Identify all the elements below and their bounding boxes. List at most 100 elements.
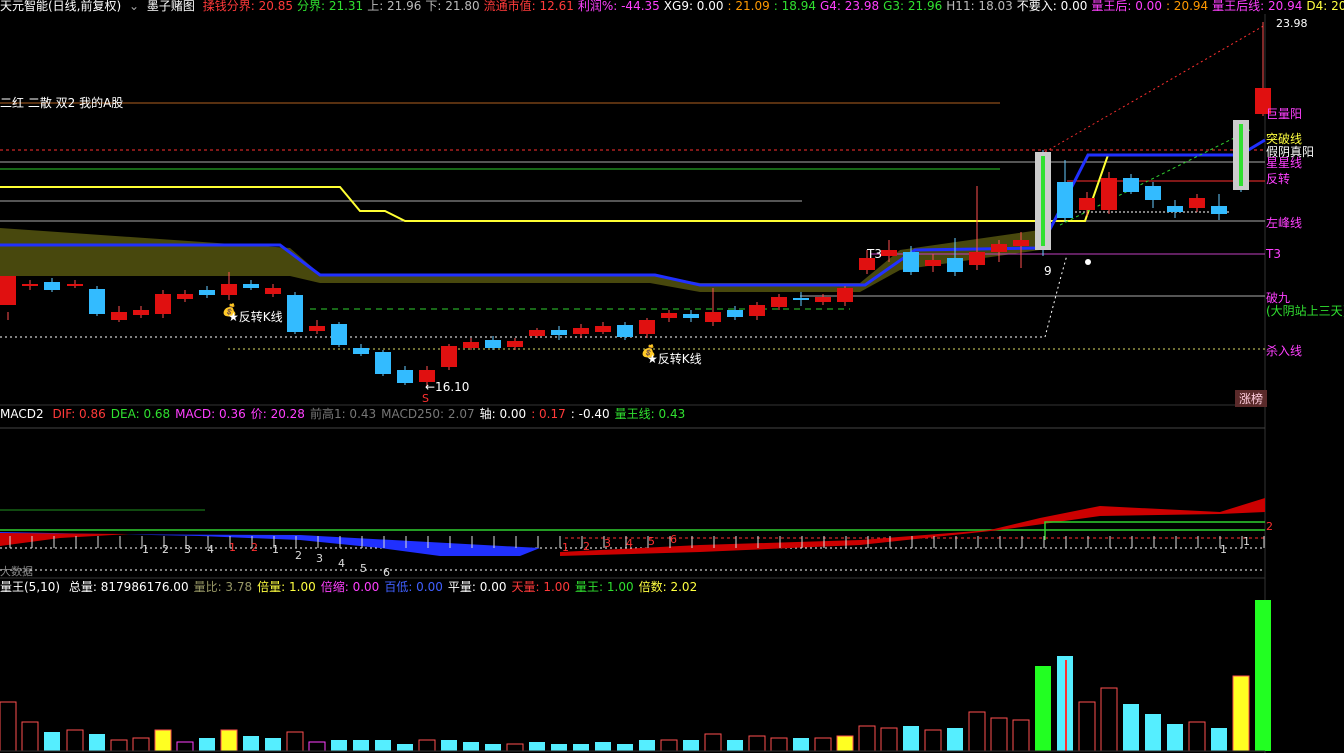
volume-bar[interactable] xyxy=(683,740,699,751)
candlestick[interactable] xyxy=(1145,182,1161,208)
volume-bar[interactable] xyxy=(397,744,413,751)
volume-bar[interactable] xyxy=(903,726,919,751)
volume-bar[interactable] xyxy=(1012,719,1030,752)
candlestick[interactable] xyxy=(287,292,303,334)
volume-bar[interactable] xyxy=(0,701,17,752)
volume-bar[interactable] xyxy=(704,733,722,752)
candlestick[interactable] xyxy=(727,306,743,320)
candlestick[interactable] xyxy=(199,286,215,298)
volume-bar[interactable] xyxy=(1123,704,1139,751)
volume-bar[interactable] xyxy=(858,725,876,752)
volume-bar[interactable] xyxy=(485,744,501,751)
candlestick[interactable] xyxy=(353,344,369,356)
volume-bar[interactable] xyxy=(89,734,105,751)
candlestick[interactable] xyxy=(1123,174,1139,194)
candlestick[interactable] xyxy=(507,338,523,350)
volume-bar[interactable] xyxy=(21,721,39,752)
candlestick[interactable] xyxy=(661,310,677,322)
volume-bar[interactable] xyxy=(220,729,238,752)
candlestick[interactable] xyxy=(463,338,479,350)
volume-bar[interactable] xyxy=(770,737,788,752)
volume-bar[interactable] xyxy=(748,735,766,752)
volume-bar[interactable] xyxy=(836,735,854,752)
candlestick[interactable] xyxy=(441,344,457,370)
candlestick[interactable] xyxy=(375,350,391,376)
volume-bar[interactable] xyxy=(639,740,655,751)
candlestick[interactable] xyxy=(243,280,259,290)
volume-bar[interactable] xyxy=(814,737,832,752)
volume-bar[interactable] xyxy=(793,738,809,751)
volume-bar[interactable] xyxy=(1145,714,1161,751)
limit-up-badge[interactable]: 涨榜 xyxy=(1235,390,1268,407)
candlestick[interactable] xyxy=(331,322,347,347)
volume-bar[interactable] xyxy=(353,740,369,751)
volume-bar[interactable] xyxy=(132,737,150,752)
candlestick[interactable] xyxy=(969,186,985,270)
volume-bar[interactable] xyxy=(1255,600,1271,751)
candlestick[interactable] xyxy=(177,290,193,302)
volume-panel-name[interactable]: 量王(5,10) xyxy=(0,580,60,594)
candlestick[interactable] xyxy=(265,284,281,297)
candlestick[interactable] xyxy=(1189,194,1205,212)
candlestick[interactable] xyxy=(89,286,105,316)
volume-bar[interactable] xyxy=(199,738,215,751)
volume-bar[interactable] xyxy=(506,743,524,752)
candlestick[interactable] xyxy=(309,320,325,334)
volume-bar[interactable] xyxy=(529,742,545,751)
candlestick[interactable] xyxy=(0,276,16,320)
candlestick[interactable] xyxy=(485,336,501,350)
kline-chart[interactable] xyxy=(0,0,1344,753)
volume-bar[interactable] xyxy=(880,727,898,752)
volume-bar[interactable] xyxy=(463,742,479,751)
volume-bar[interactable] xyxy=(1211,728,1227,751)
volume-bar[interactable] xyxy=(595,742,611,751)
candlestick[interactable] xyxy=(1255,22,1271,116)
candlestick[interactable] xyxy=(1101,172,1117,214)
volume-bar[interactable] xyxy=(947,728,963,751)
volume-bar[interactable] xyxy=(265,738,281,751)
volume-bar[interactable] xyxy=(551,744,567,751)
candlestick[interactable] xyxy=(1057,160,1073,222)
volume-bar[interactable] xyxy=(1100,687,1118,752)
volume-bar[interactable] xyxy=(375,740,391,751)
candlestick[interactable] xyxy=(1211,194,1227,220)
volume-bar[interactable] xyxy=(573,744,589,751)
candlestick[interactable] xyxy=(397,366,413,385)
candlestick[interactable] xyxy=(1167,200,1183,218)
volume-bar[interactable] xyxy=(968,711,986,752)
volume-bar[interactable] xyxy=(1188,721,1206,752)
candlestick[interactable] xyxy=(837,286,853,306)
volume-bar[interactable] xyxy=(286,731,304,752)
volume-bar[interactable] xyxy=(331,740,347,751)
volume-bar[interactable] xyxy=(990,717,1008,752)
volume-bar[interactable] xyxy=(1078,701,1096,752)
candlestick[interactable] xyxy=(705,288,721,326)
volume-bar[interactable] xyxy=(660,739,678,752)
volume-bar[interactable] xyxy=(176,741,194,752)
volume-bar[interactable] xyxy=(110,739,128,752)
candlestick[interactable] xyxy=(111,306,127,322)
volume-bar[interactable] xyxy=(44,732,60,751)
volume-bar[interactable] xyxy=(727,740,743,751)
volume-bar[interactable] xyxy=(1035,666,1051,751)
volume-bar[interactable] xyxy=(924,729,942,752)
candlestick[interactable] xyxy=(595,322,611,334)
candlestick[interactable] xyxy=(44,278,60,292)
volume-bar[interactable] xyxy=(66,729,84,752)
macd-panel-name[interactable]: MACD2 xyxy=(0,407,44,421)
volume-bar[interactable] xyxy=(1232,675,1250,752)
candlestick[interactable] xyxy=(573,324,589,338)
candlestick[interactable] xyxy=(67,280,83,288)
candlestick[interactable] xyxy=(793,292,809,306)
candlestick[interactable] xyxy=(683,310,699,322)
candlestick[interactable] xyxy=(749,302,765,320)
volume-bar[interactable] xyxy=(243,736,259,751)
candlestick[interactable] xyxy=(221,272,237,300)
volume-bar[interactable] xyxy=(418,739,436,752)
candlestick[interactable] xyxy=(133,306,149,318)
candlestick[interactable] xyxy=(771,294,787,310)
volume-bar[interactable] xyxy=(441,740,457,751)
volume-bar[interactable] xyxy=(154,729,172,752)
volume-bar[interactable] xyxy=(617,744,633,751)
candlestick[interactable] xyxy=(22,280,38,290)
